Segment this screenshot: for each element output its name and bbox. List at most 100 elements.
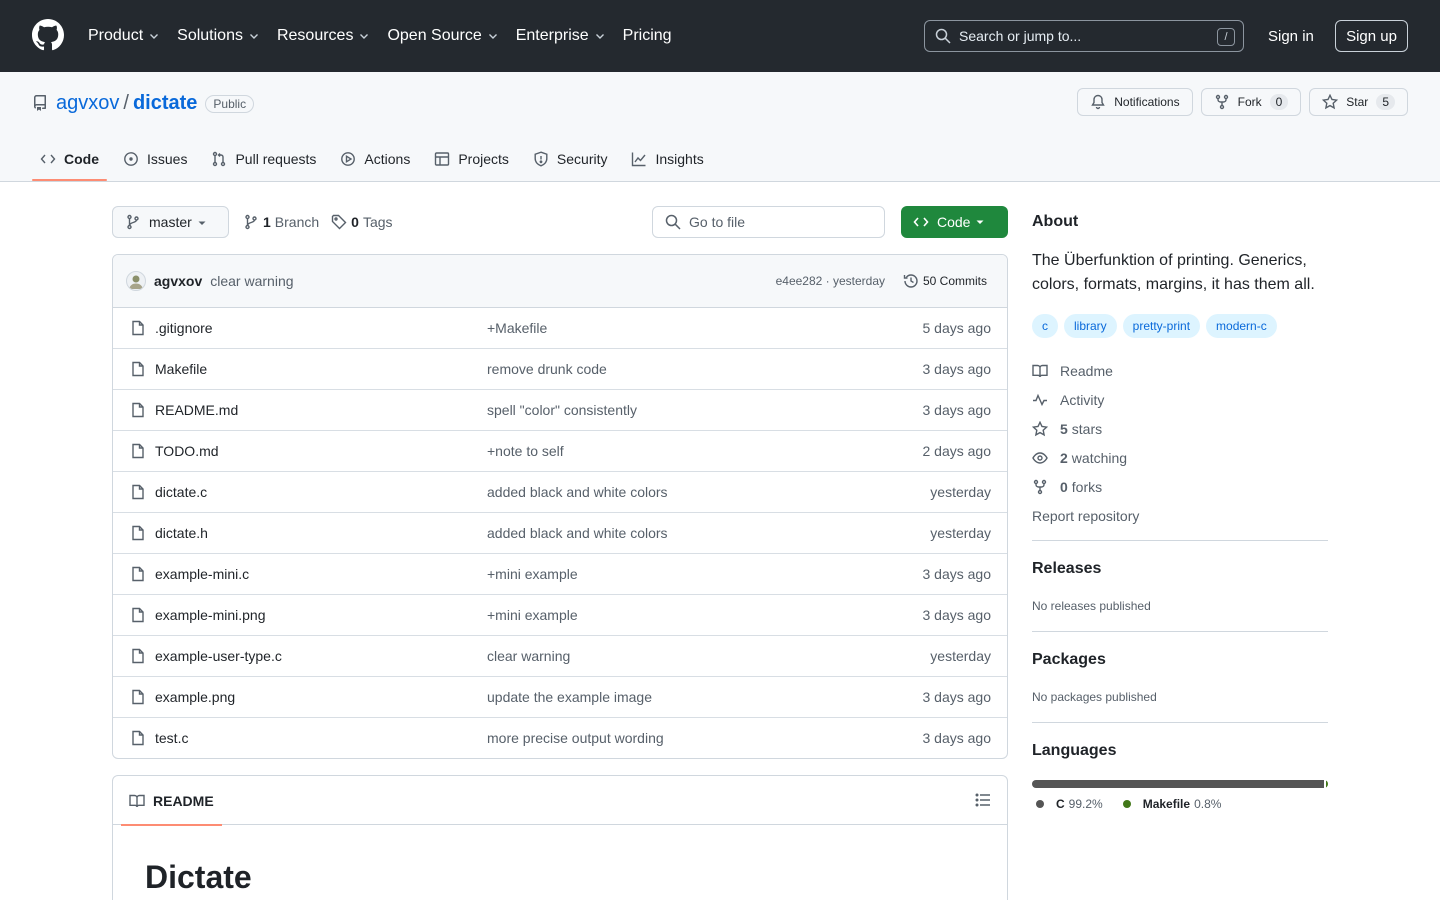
chevron-down-icon	[488, 34, 497, 39]
file-name-link[interactable]: TODO.md	[155, 443, 219, 459]
tab-pull-requests[interactable]: Pull requests	[203, 139, 324, 179]
sign-up-button[interactable]: Sign up	[1335, 20, 1408, 52]
go-to-file-placeholder: Go to file	[689, 214, 746, 230]
file-name-link[interactable]: dictate.h	[155, 525, 208, 541]
commit-hash-time[interactable]: e4ee282 · yesterday	[776, 274, 885, 288]
file-name-link[interactable]: example-user-type.c	[155, 648, 282, 664]
language-bar	[1032, 780, 1328, 788]
topic-tag[interactable]: c	[1032, 314, 1058, 338]
code-icon	[40, 154, 56, 164]
repo-title-separator: /	[123, 92, 129, 114]
code-dropdown-button[interactable]: Code	[901, 206, 1008, 238]
language-name: C	[1056, 797, 1065, 811]
tab-insights[interactable]: Insights	[623, 139, 711, 179]
eye-icon	[1032, 451, 1048, 464]
file-commit-message-link[interactable]: +mini example	[487, 566, 578, 582]
file-commit-message-link[interactable]: +Makefile	[487, 320, 547, 336]
file-name-link[interactable]: README.md	[155, 402, 238, 418]
languages-title: Languages	[1032, 742, 1117, 759]
branch-name: master	[149, 214, 192, 230]
file-name-link[interactable]: test.c	[155, 730, 188, 746]
file-commit-message-link[interactable]: remove drunk code	[487, 361, 607, 377]
releases-title[interactable]: Releases	[1032, 560, 1101, 578]
file-commit-message-link[interactable]: +note to self	[487, 443, 564, 459]
nav-item-product[interactable]: Product	[88, 27, 160, 45]
language-item[interactable]: Makefile 0.8%	[1119, 797, 1221, 811]
sidebar-link-stars[interactable]: 5 stars	[1032, 414, 1139, 443]
file-commit-message-link[interactable]: more precise output wording	[487, 730, 664, 746]
branch-count[interactable]: 1	[263, 214, 271, 230]
sidebar-link-label: stars	[1071, 420, 1103, 437]
repo-owner-link[interactable]: agvxov	[56, 92, 119, 115]
branch-selector-button[interactable]: master	[112, 206, 229, 238]
file-commit-message-link[interactable]: clear warning	[487, 648, 570, 664]
avatar[interactable]	[126, 271, 146, 291]
branch-icon	[127, 214, 139, 230]
report-repository-link[interactable]: Report repository	[1032, 501, 1139, 530]
branch-word[interactable]: Branch	[275, 214, 319, 230]
packages-title[interactable]: Packages	[1032, 651, 1106, 669]
go-to-file-input[interactable]: Go to file	[652, 206, 885, 238]
repo-actions: Notifications Fork 0 Star 5	[1069, 88, 1408, 116]
file-commit-message-link[interactable]: added black and white colors	[487, 525, 668, 541]
file-commit-date: yesterday	[930, 484, 991, 500]
file-name-link[interactable]: dictate.c	[155, 484, 207, 500]
list-unordered-icon[interactable]	[975, 792, 991, 808]
latest-commit-bar: agvxov clear warning e4ee282 · yesterday…	[113, 255, 1007, 308]
file-commit-message-link[interactable]: spell "color" consistently	[487, 402, 637, 418]
nav-item-open-source[interactable]: Open Source	[387, 27, 498, 45]
search-input[interactable]: Search or jump to... /	[924, 20, 1244, 52]
language-percent: 99.2%	[1068, 797, 1103, 811]
tab-actions[interactable]: Actions	[332, 139, 418, 179]
file-commit-message-link[interactable]: added black and white colors	[487, 484, 668, 500]
tab-security[interactable]: Security	[525, 139, 616, 179]
topic-tag[interactable]: pretty-print	[1122, 314, 1201, 338]
file-name-link[interactable]: example-mini.png	[155, 607, 266, 623]
commit-message-link[interactable]: clear warning	[210, 273, 293, 289]
sidebar-link-activity[interactable]: Activity	[1032, 385, 1139, 414]
file-icon	[132, 484, 144, 500]
tag-count[interactable]: 0	[351, 214, 359, 230]
sidebar-link-count: 5	[1060, 420, 1068, 437]
nav-item-resources[interactable]: Resources	[277, 27, 370, 45]
notifications-button[interactable]: Notifications	[1077, 88, 1193, 116]
tab-projects[interactable]: Projects	[426, 139, 517, 179]
sidebar-link-label: forks	[1071, 478, 1103, 495]
table-row: Makefile remove drunk code 3 days ago	[113, 349, 1007, 390]
nav-item-enterprise[interactable]: Enterprise	[516, 27, 606, 45]
sidebar-divider	[1032, 540, 1328, 541]
file-name-link[interactable]: .gitignore	[155, 320, 213, 336]
github-logo-icon[interactable]	[32, 19, 64, 51]
fork-icon	[1033, 479, 1047, 494]
file-commit-message-link[interactable]: +mini example	[487, 607, 578, 623]
sign-in-link[interactable]: Sign in	[1268, 28, 1314, 45]
fork-label: Fork	[1237, 95, 1262, 109]
global-nav: Product Solutions Resources Open Source Ente…	[88, 0, 689, 72]
sidebar-link-forks[interactable]: 0 forks	[1032, 472, 1139, 501]
language-item[interactable]: C 99.2%	[1032, 797, 1103, 811]
file-name-link[interactable]: example-mini.c	[155, 566, 249, 582]
topic-tag[interactable]: modern-c	[1206, 314, 1277, 338]
language-bar-segment	[1032, 780, 1324, 788]
sidebar-link-readme[interactable]: Readme	[1032, 356, 1139, 385]
nav-item-label: Pricing	[622, 27, 672, 44]
readme-tab[interactable]: README	[121, 776, 222, 826]
file-commit-date: yesterday	[930, 648, 991, 664]
file-name-link[interactable]: example.png	[155, 689, 235, 705]
sidebar-link-watching[interactable]: 2 watching	[1032, 443, 1139, 472]
packages-empty-text: No packages published	[1032, 690, 1157, 704]
report-repository-label: Report repository	[1032, 507, 1140, 524]
commits-history-link[interactable]: 50 Commits	[903, 273, 987, 289]
tab-issues[interactable]: Issues	[115, 139, 195, 179]
nav-item-pricing[interactable]: Pricing	[623, 27, 672, 45]
nav-item-solutions[interactable]: Solutions	[177, 27, 260, 45]
repo-name-link[interactable]: dictate	[133, 92, 197, 115]
tag-word[interactable]: Tags	[363, 214, 393, 230]
file-commit-message-link[interactable]: update the example image	[487, 689, 652, 705]
tab-code[interactable]: Code	[32, 139, 107, 181]
topic-tag[interactable]: library	[1064, 314, 1117, 338]
star-button[interactable]: Star 5	[1309, 88, 1408, 116]
file-name-link[interactable]: Makefile	[155, 361, 207, 377]
fork-button[interactable]: Fork 0	[1200, 88, 1302, 116]
commit-author-link[interactable]: agvxov	[154, 273, 202, 289]
